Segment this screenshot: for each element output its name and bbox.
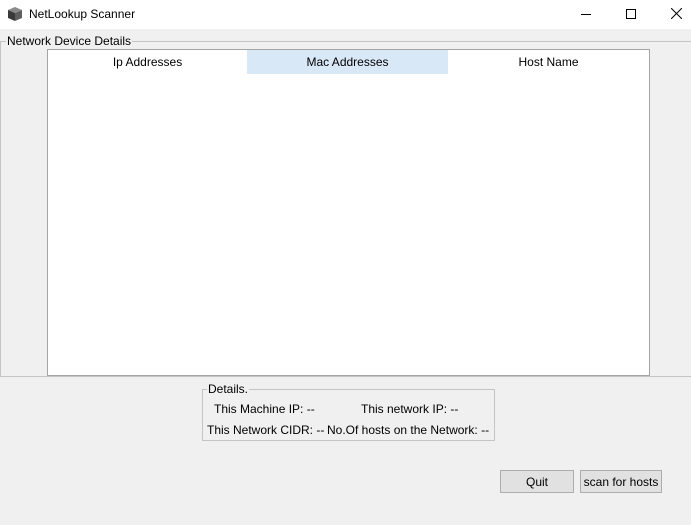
- group-border: [0, 42, 1, 377]
- close-button[interactable]: [653, 0, 691, 29]
- machine-ip-label: This Machine IP: --: [214, 402, 315, 416]
- minimize-icon: [581, 8, 591, 22]
- device-table[interactable]: Ip Addresses Mac Addresses Host Name: [47, 49, 650, 376]
- table-header: Ip Addresses Mac Addresses Host Name: [48, 50, 649, 74]
- quit-button[interactable]: Quit: [500, 470, 574, 493]
- column-header-hostname[interactable]: Host Name: [448, 50, 649, 74]
- window-title: NetLookup Scanner: [29, 7, 136, 21]
- close-icon: [670, 7, 682, 22]
- hosts-count-label: No.Of hosts on the Network: --: [327, 423, 490, 437]
- maximize-button[interactable]: [608, 0, 654, 29]
- maximize-icon: [626, 8, 636, 22]
- column-header-ip[interactable]: Ip Addresses: [48, 50, 247, 74]
- title-bar[interactable]: NetLookup Scanner: [0, 0, 691, 29]
- network-ip-label: This network IP: --: [361, 402, 459, 416]
- app-box-icon: [7, 6, 23, 22]
- details-group-title: Details.: [207, 382, 250, 396]
- network-device-group-title: Network Device Details: [6, 34, 133, 48]
- column-header-mac[interactable]: Mac Addresses: [247, 50, 448, 74]
- app-window: NetLookup Scanner Network Device Details…: [0, 0, 691, 525]
- scan-for-hosts-button[interactable]: scan for hosts: [580, 470, 662, 493]
- network-cidr-label: This Network CIDR: --: [207, 423, 325, 437]
- minimize-button[interactable]: [563, 0, 609, 29]
